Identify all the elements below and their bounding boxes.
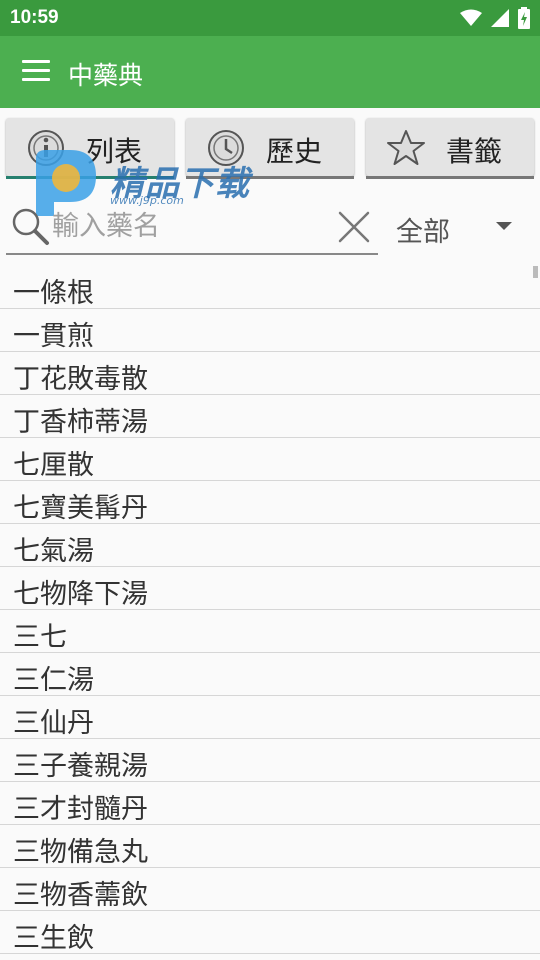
list-item[interactable]: 三生飲 — [0, 911, 540, 954]
hamburger-menu-icon[interactable] — [22, 60, 50, 84]
search-input[interactable] — [52, 204, 332, 248]
list-item[interactable]: 一條根 — [0, 266, 540, 309]
list-item-label: 一貫煎 — [13, 321, 94, 352]
star-icon — [387, 130, 425, 165]
list-item[interactable]: 三才封髓丹 — [0, 782, 540, 825]
list-item[interactable]: 七寶美髯丹 — [0, 481, 540, 524]
list-item-label: 三物備急丸 — [13, 837, 148, 868]
tab-history-label: 歷史 — [266, 135, 323, 168]
list-item-label: 丁香柿蒂湯 — [13, 407, 148, 438]
medicine-list[interactable]: 一條根 一貫煎 丁花敗毒散 丁香柿蒂湯 七厘散 七寶美髯丹 七氣湯 七物降下湯 … — [0, 266, 540, 960]
scope-dropdown[interactable]: 全部 — [396, 208, 526, 248]
list-item-label: 三物香薷飲 — [13, 880, 148, 911]
app-title: 中藥典 — [68, 61, 144, 90]
wifi-icon — [460, 9, 482, 26]
search-icon — [12, 208, 49, 245]
status-time: 10:59 — [10, 7, 59, 28]
list-item[interactable]: 七氣湯 — [0, 524, 540, 567]
status-icons — [460, 7, 530, 29]
list-item[interactable]: 丁花敗毒散 — [0, 352, 540, 395]
scrollbar[interactable] — [533, 266, 538, 278]
clear-icon[interactable] — [337, 210, 371, 244]
scope-value: 全部 — [396, 217, 450, 248]
list-item[interactable]: 七厘散 — [0, 438, 540, 481]
search-row: 全部 — [0, 200, 540, 256]
tab-bar: 列表 歷史 書籤 — [0, 118, 540, 180]
list-item-label: 七氣湯 — [13, 536, 94, 567]
list-item-label: 三生飲 — [13, 923, 94, 954]
signal-icon — [491, 9, 509, 27]
battery-charging-icon — [518, 7, 530, 29]
list-item-label: 三七 — [13, 622, 67, 653]
search-underline — [6, 253, 378, 255]
tab-list[interactable]: 列表 — [6, 118, 174, 179]
clock-icon — [208, 130, 244, 166]
list-item-label: 一條根 — [13, 278, 94, 309]
tab-active-indicator — [6, 176, 174, 179]
info-icon — [28, 130, 64, 166]
list-item[interactable]: 丁香柿蒂湯 — [0, 395, 540, 438]
tab-bookmarks-label: 書籤 — [446, 135, 503, 168]
list-item[interactable]: 三子養親湯 — [0, 739, 540, 782]
tab-list-label: 列表 — [86, 135, 143, 168]
list-item[interactable]: 三仁湯 — [0, 653, 540, 696]
list-item-label: 七寶美髯丹 — [13, 493, 148, 524]
list-item-label: 七物降下湯 — [13, 579, 148, 610]
app-bar: 中藥典 — [0, 36, 540, 108]
list-item-label: 丁花敗毒散 — [13, 364, 148, 395]
list-item[interactable]: 七物降下湯 — [0, 567, 540, 610]
list-item-label: 三才封髓丹 — [13, 794, 148, 825]
list-item-label: 七厘散 — [13, 450, 94, 481]
list-item[interactable]: 三物備急丸 — [0, 825, 540, 868]
list-item-label: 三仁湯 — [13, 665, 94, 696]
list-item[interactable]: 三七 — [0, 610, 540, 653]
status-bar: 10:59 — [0, 0, 540, 36]
tab-bookmarks[interactable]: 書籤 — [366, 118, 534, 179]
chevron-down-icon — [496, 222, 512, 230]
list-item[interactable]: 三物香薷飲 — [0, 868, 540, 911]
list-item-label: 三子養親湯 — [13, 751, 148, 782]
list-item[interactable]: 一貫煎 — [0, 309, 540, 352]
tab-history[interactable]: 歷史 — [186, 118, 354, 179]
list-item[interactable]: 三仙丹 — [0, 696, 540, 739]
list-item-label: 三仙丹 — [13, 708, 94, 739]
